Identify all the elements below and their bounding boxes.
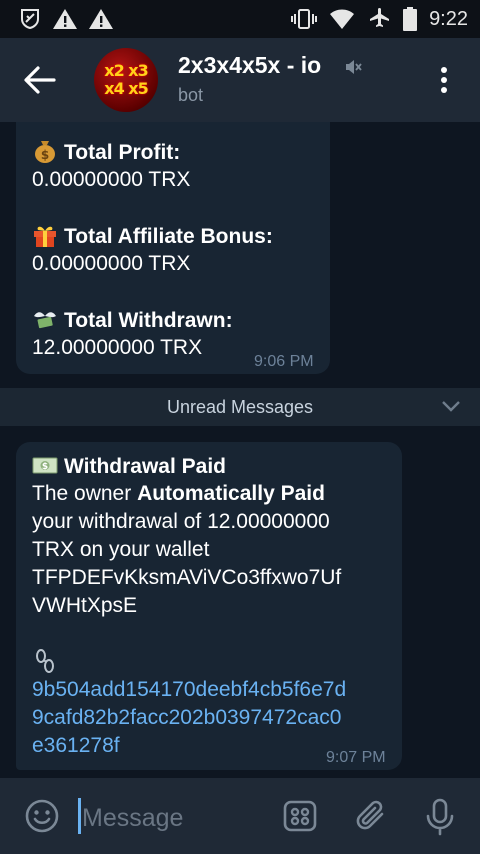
attach-button[interactable]: [354, 798, 390, 839]
keyboard-grid-icon: [283, 800, 317, 832]
money-wings-icon: [32, 306, 58, 332]
message-bubble[interactable]: $ Total Profit: 0.00000000 TRX Total Aff…: [16, 122, 330, 374]
message-line: 0.00000000 TRX: [32, 168, 191, 191]
dollar-banknote-icon: $: [32, 452, 58, 478]
avatar[interactable]: x2 x3 x4 x5: [94, 48, 158, 112]
chat-header: x2 x3 x4 x5 2x3x4x5x - io bot: [0, 38, 480, 122]
svg-text:$: $: [42, 462, 48, 472]
message-line: TRX on your wallet: [32, 538, 210, 561]
message-line: Total Affiliate Bonus:: [32, 222, 273, 251]
unread-label: Unread Messages: [166, 396, 314, 417]
message-bubble[interactable]: $ Withdrawal Paid The owner Automaticall…: [16, 442, 402, 770]
message-line: TFPDEFvKksmAViVCo3ffxwo7Uf: [32, 566, 342, 589]
message-line: Total Withdrawn:: [32, 306, 233, 335]
shield-alert-icon: [18, 7, 42, 31]
more-options-button[interactable]: [432, 64, 456, 96]
chat-subtitle: bot: [178, 85, 204, 105]
bot-commands-button[interactable]: [282, 798, 318, 839]
message-line: The owner Automatically Paid: [32, 482, 325, 505]
airplane-icon: [367, 7, 391, 31]
status-time: 9:22: [429, 7, 468, 30]
more-vertical-icon: [441, 67, 447, 93]
warning-icon: [88, 7, 114, 31]
muted-icon: [344, 58, 362, 81]
message-title: $ Withdrawal Paid: [32, 452, 226, 481]
avatar-text: x2 x3: [104, 61, 148, 80]
warning-icon: [52, 7, 78, 31]
money-bag-icon: $: [32, 138, 58, 164]
microphone-icon: [426, 798, 454, 836]
back-arrow-icon: [24, 66, 56, 94]
voice-record-button[interactable]: [424, 798, 456, 841]
svg-text:$: $: [41, 148, 49, 162]
avatar-text: x4 x5: [104, 79, 148, 98]
message-line: 12.00000000 TRX: [32, 336, 203, 359]
smiley-icon: [25, 799, 59, 833]
message-list[interactable]: $ Total Profit: 0.00000000 TRX Total Aff…: [0, 122, 480, 778]
emoji-button[interactable]: [24, 798, 60, 839]
transaction-hash-link[interactable]: 9b504add154170deebf4cb5f6e7d: [32, 676, 346, 704]
message-input[interactable]: [82, 800, 272, 836]
message-line: your withdrawal of 12.00000000: [32, 510, 330, 533]
battery-icon: [403, 7, 418, 31]
chat-title[interactable]: 2x3x4x5x - io: [178, 52, 321, 79]
status-bar: 9:22: [0, 0, 480, 38]
message-line: VWHtXpsE: [32, 594, 138, 617]
paperclip-icon: [356, 800, 384, 830]
wifi-icon: [329, 8, 355, 30]
text-cursor: [78, 798, 81, 834]
transaction-hash-link[interactable]: e361278f: [32, 732, 120, 760]
vibrate-icon: [291, 7, 318, 31]
transaction-hash-link[interactable]: 9cafd82b2facc202b0397472cac0: [32, 704, 341, 732]
message-line: 0.00000000 TRX: [32, 252, 191, 275]
message-time: 9:07 PM: [326, 749, 386, 766]
unread-messages-divider: Unread Messages: [0, 388, 480, 426]
gift-icon: [32, 222, 58, 248]
back-button[interactable]: [20, 62, 60, 98]
chevron-down-icon[interactable]: [440, 398, 462, 419]
message-line: $ Total Profit:: [32, 138, 180, 167]
message-time: 9:06 PM: [254, 353, 314, 370]
